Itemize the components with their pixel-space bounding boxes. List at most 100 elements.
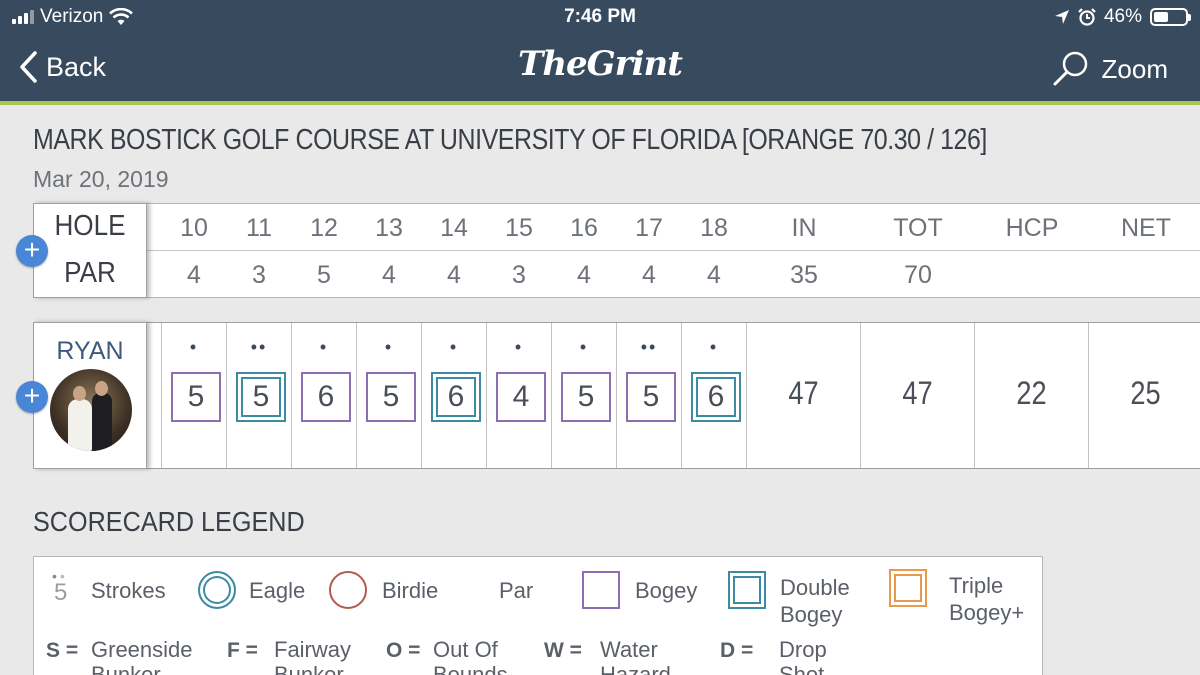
avatar-figure — [95, 381, 108, 396]
hole-score-cell[interactable]: •• 5 — [226, 323, 291, 468]
bogey-icon — [582, 571, 620, 609]
legend-key-label: Hazard — [600, 662, 671, 675]
hole-score-cell[interactable]: • 5 — [551, 323, 616, 468]
hole-score-cell[interactable]: • 6 — [291, 323, 356, 468]
stroke-dots: • — [579, 337, 589, 357]
bogey-score: 6 — [301, 372, 351, 422]
hole-number: 13 — [375, 214, 403, 242]
hole-number: 18 — [700, 214, 728, 242]
legend-key-label: Drop — [779, 637, 827, 662]
legend-key-label: Shot — [779, 662, 825, 675]
avatar-figure — [73, 386, 86, 401]
hole-number: 12 — [310, 214, 338, 242]
legend-key-label: Out Of — [433, 637, 498, 662]
player-info[interactable]: RYAN — [33, 322, 147, 469]
add-player-button[interactable]: + — [16, 381, 48, 413]
in-total-cell: 47 — [746, 323, 860, 468]
avatar-figure — [92, 393, 112, 451]
hole-par: 3 — [252, 261, 266, 289]
summary-header: NET — [1121, 214, 1171, 242]
legend-eagle-label: Eagle — [249, 578, 306, 603]
hole-number: 10 — [180, 214, 208, 242]
legend-strokes-label: Strokes — [91, 578, 166, 603]
magnifier-icon — [1053, 51, 1087, 86]
hole-score-cell[interactable]: • 5 — [161, 323, 226, 468]
hole-number: 14 — [440, 214, 468, 242]
hole-number: 15 — [505, 214, 533, 242]
legend-key-label: Bounds — [433, 662, 508, 675]
stroke-dots: • — [514, 337, 524, 357]
summary-header: HCP — [1005, 214, 1059, 242]
battery-icon — [1150, 8, 1191, 26]
status-bar-right: 46% — [1054, 6, 1191, 28]
player-score-row: RYAN • 5 •• 5 • 6 • 5 • 6 • 4 • 5 •• 5 • 6 47 47 22 25 — [33, 322, 1200, 469]
location-arrow-icon — [1054, 10, 1069, 24]
battery-percent: 46% — [1103, 6, 1142, 27]
tot-total: 47 — [902, 375, 933, 411]
hole-score-cell[interactable]: • 5 — [356, 323, 421, 468]
status-time: 7:46 PM — [564, 6, 636, 27]
zoom-button[interactable]: Zoom — [1052, 50, 1168, 88]
hole-score-cell[interactable]: •• 5 — [616, 323, 681, 468]
hole-par: 4 — [577, 261, 591, 289]
bogey-score: 5 — [366, 372, 416, 422]
hole-score-cell[interactable]: • 6 — [681, 323, 746, 468]
zoom-label: Zoom — [1101, 53, 1168, 84]
summary-header: TOT — [893, 214, 943, 242]
legend-key: S = — [46, 639, 79, 662]
stroke-dots: • — [709, 337, 719, 357]
sample-stroke: 5 — [54, 579, 68, 606]
legend-key-label: Bunker — [274, 662, 344, 675]
legend-par-label: Par — [499, 578, 534, 603]
legend-title: SCORECARD LEGEND — [33, 506, 305, 537]
legend-key-label: Greenside — [91, 637, 193, 662]
course-title: MARK BOSTICK GOLF COURSE AT UNIVERSITY O… — [33, 124, 987, 156]
hole-par: 4 — [187, 261, 201, 289]
tot-total-cell: 47 — [860, 323, 974, 468]
hole-score-cell[interactable]: • 4 — [486, 323, 551, 468]
hole-label: HOLE — [54, 210, 126, 242]
legend-double-label-2: Bogey — [780, 602, 843, 627]
net-value: 25 — [1130, 375, 1161, 411]
double-bogey-score: 6 — [691, 372, 741, 422]
legend-key-label: Bunker — [91, 662, 161, 675]
double-bogey-score: 6 — [431, 372, 481, 422]
stroke-dots: • — [189, 337, 199, 357]
app-header: Verizon 7:46 PM 46% Back TheGrint Zoom — [0, 0, 1200, 101]
hole-number: 11 — [246, 214, 272, 242]
summary-par: 35 — [790, 261, 818, 289]
stroke-dots: • — [319, 337, 329, 357]
row-divider — [34, 250, 1200, 251]
triple-bogey-icon — [889, 569, 927, 607]
birdie-icon — [329, 571, 367, 609]
legend-key-label: Water — [600, 637, 658, 662]
stroke-dots: • — [449, 337, 459, 357]
hcp-value-cell: 22 — [974, 323, 1088, 468]
double-bogey-icon — [728, 571, 766, 609]
header-accent-rule — [0, 101, 1200, 105]
alarm-icon — [1078, 8, 1096, 26]
stroke-dots: •• — [250, 337, 268, 357]
legend-triple-label-2: Bogey+ — [949, 600, 1025, 625]
legend-birdie-label: Birdie — [382, 578, 439, 603]
scorecard-legend: •• 5 Strokes Eagle Birdie Par Bogey Doub… — [33, 556, 1043, 675]
legend-key: W = — [544, 639, 582, 662]
hole-par: 5 — [317, 261, 331, 289]
avatar — [50, 369, 132, 451]
eagle-icon — [198, 571, 236, 609]
legend-key: D = — [720, 639, 754, 662]
stroke-dots: •• — [640, 337, 658, 357]
summary-header: IN — [791, 214, 817, 242]
hole-par: 4 — [382, 261, 396, 289]
legend-triple-label-1: Triple — [949, 573, 1004, 598]
hole-par: 4 — [707, 261, 721, 289]
hole-number: 16 — [570, 214, 598, 242]
legend-key: F = — [227, 639, 258, 662]
hole-score-cell[interactable]: • 6 — [421, 323, 486, 468]
net-value-cell: 25 — [1088, 323, 1200, 468]
hole-par-label-column: HOLE PAR — [33, 203, 147, 298]
add-row-button[interactable]: + — [16, 235, 48, 267]
avatar-figure — [68, 399, 92, 451]
bogey-score: 5 — [171, 372, 221, 422]
double-bogey-score: 5 — [236, 372, 286, 422]
